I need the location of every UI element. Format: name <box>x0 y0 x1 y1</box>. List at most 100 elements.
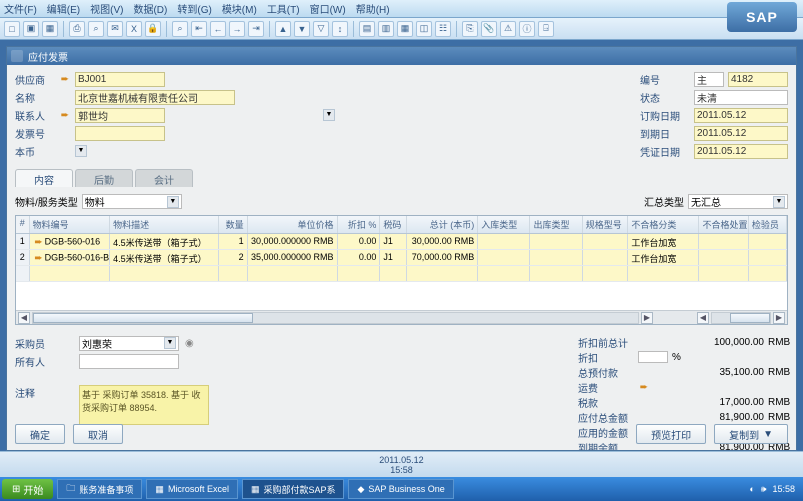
menu-module[interactable]: 模块(M) <box>222 1 257 16</box>
series-input[interactable]: 主 <box>694 72 724 87</box>
tab-accounting[interactable]: 会计 <box>135 169 193 187</box>
dropdown-icon[interactable]: ▼ <box>167 196 179 208</box>
cancel-button[interactable]: 取消 <box>73 424 123 444</box>
picker-icon[interactable]: ◉ <box>185 338 194 349</box>
menu-edit[interactable]: 编辑(E) <box>47 1 80 16</box>
tray-icon[interactable]: 🕪 <box>761 484 767 495</box>
items-grid[interactable]: # 物料编号物料描述数量单位价格折扣 %税码总计 (本币)入库类型出库类型规格型… <box>15 215 788 325</box>
system-tray[interactable]: ◐ 🕪 15:58 <box>743 484 801 495</box>
menu-data[interactable]: 数据(D) <box>133 1 167 16</box>
link-arrow-icon[interactable]: ➨ <box>33 236 45 248</box>
pay-value: 81,900.00 <box>638 412 766 423</box>
window-titlebar[interactable]: 应付发票 <box>7 47 796 65</box>
ref-label: 发票号 <box>15 126 55 141</box>
vendor-code-input[interactable]: BJ001 <box>75 72 165 87</box>
ok-button[interactable]: 确定 <box>15 424 65 444</box>
taskbar-item[interactable]: 🗀账务准备事项 <box>57 479 142 499</box>
dropdown-icon[interactable]: ▼ <box>164 337 176 349</box>
balance-label: 到期余额 <box>578 440 638 451</box>
duedate-input[interactable]: 2011.05.12 <box>694 126 788 141</box>
sap-icon: ◆ <box>357 484 364 495</box>
tab-content[interactable]: 内容 <box>15 169 73 187</box>
scroll-right-icon[interactable]: ▶ <box>641 312 653 324</box>
menu-window[interactable]: 窗口(W) <box>310 1 346 16</box>
tb-next-icon[interactable]: → <box>229 21 245 37</box>
note-textarea[interactable]: 基于 采购订单 35818. 基于 收货采购订单 88954. <box>79 385 209 425</box>
table-row[interactable] <box>16 266 787 282</box>
tb-print-icon[interactable]: ⎙ <box>69 21 85 37</box>
tb-link-icon[interactable]: ⎘ <box>462 21 478 37</box>
scroll-thumb[interactable] <box>33 313 253 323</box>
dp-label: 总预付款 <box>578 365 638 380</box>
scroll-left-icon[interactable]: ◀ <box>697 312 709 324</box>
orderdate-input[interactable]: 2011.05.12 <box>694 108 788 123</box>
tb-first-icon[interactable]: ⇤ <box>191 21 207 37</box>
taskbar-item[interactable]: ▦Microsoft Excel <box>146 479 238 499</box>
preview-button[interactable]: 预览打印 <box>636 424 706 444</box>
tb-last-icon[interactable]: ⇥ <box>248 21 264 37</box>
tb-preview-icon[interactable]: ⌕ <box>88 21 104 37</box>
item-type-dropdown[interactable]: 物料▼ <box>82 194 182 209</box>
dropdown-icon[interactable]: ▼ <box>323 109 335 121</box>
tb-list-icon[interactable]: ▥ <box>378 21 394 37</box>
h-scrollbar[interactable]: ◀ ▶ ◀ ▶ <box>16 310 787 324</box>
table-row[interactable]: 2 ➨DGB-560-016-B 4.5米传送带（箱子式）235,000.000… <box>16 250 787 266</box>
taskbar-item[interactable]: ◆SAP Business One <box>348 479 453 499</box>
menu-goto[interactable]: 转到(G) <box>177 1 211 16</box>
vendor-name-input[interactable]: 北京世嘉机械有限责任公司 <box>75 90 235 105</box>
tray-icon[interactable]: ◐ <box>749 484 754 494</box>
tb-warn-icon[interactable]: ⚠ <box>500 21 516 37</box>
table-row[interactable]: 1 ➨DGB-560-016 4.5米传送带（箱子式）130,000.00000… <box>16 234 787 250</box>
tb-filter-icon[interactable]: ▽ <box>313 21 329 37</box>
tb-find-icon[interactable]: ⌕ <box>172 21 188 37</box>
applied-label: 应用的金额 <box>578 425 638 440</box>
ref-input[interactable] <box>75 126 165 141</box>
menu-file[interactable]: 文件(F) <box>4 1 37 16</box>
tb-grid-icon[interactable]: ▦ <box>397 21 413 37</box>
tb-save-icon[interactable]: ▦ <box>42 21 58 37</box>
excel-icon: ▦ <box>251 484 260 495</box>
tab-logistics[interactable]: 后勤 <box>75 169 133 187</box>
tb-info-icon[interactable]: ⓘ <box>519 21 535 37</box>
link-arrow-icon[interactable]: ➨ <box>59 109 71 121</box>
menu-help[interactable]: 帮助(H) <box>356 1 390 16</box>
tb-chart-icon[interactable]: ◫ <box>416 21 432 37</box>
buyer-dropdown[interactable]: 刘惠荣▼ <box>79 336 179 351</box>
owner-input[interactable] <box>79 354 179 369</box>
grid-header: # 物料编号物料描述数量单位价格折扣 %税码总计 (本币)入库类型出库类型规格型… <box>16 216 787 234</box>
start-button[interactable]: ⊞开始 <box>2 479 53 499</box>
menu-view[interactable]: 视图(V) <box>90 1 123 16</box>
status-time: 15:58 <box>390 465 413 475</box>
note-label: 注释 <box>15 385 55 400</box>
curr-dropdown-icon[interactable]: ▼ <box>75 145 87 157</box>
taskbar-item[interactable]: ▦采购部付款SAP系 <box>242 479 345 499</box>
tb-attach-icon[interactable]: 📎 <box>481 21 497 37</box>
scroll-left-icon[interactable]: ◀ <box>18 312 30 324</box>
tb-excel-icon[interactable]: X <box>126 21 142 37</box>
disc-pct-input[interactable] <box>638 351 668 363</box>
link-arrow-icon[interactable]: ➨ <box>33 252 45 264</box>
tb-sort-icon[interactable]: ↕ <box>332 21 348 37</box>
sum-type-dropdown[interactable]: 无汇总▼ <box>688 194 788 209</box>
dropdown-icon[interactable]: ▼ <box>773 196 785 208</box>
copyto-button[interactable]: 复制到 ▼ <box>714 424 788 444</box>
docdate-input[interactable]: 2011.05.12 <box>694 144 788 159</box>
tb-form-icon[interactable]: ▤ <box>359 21 375 37</box>
tb-mail-icon[interactable]: ✉ <box>107 21 123 37</box>
tb-b-icon[interactable]: ▼ <box>294 21 310 37</box>
link-arrow-icon[interactable]: ➨ <box>59 73 71 85</box>
tb-prev-icon[interactable]: ← <box>210 21 226 37</box>
contact-input[interactable]: 郭世均 <box>75 108 165 123</box>
link-arrow-icon[interactable]: ➨ <box>638 381 650 393</box>
docdate-label: 凭证日期 <box>640 144 690 159</box>
tb-lock-icon[interactable]: 🔒 <box>145 21 161 37</box>
tb-tree-icon[interactable]: ☷ <box>435 21 451 37</box>
tb-open-icon[interactable]: ▣ <box>23 21 39 37</box>
scroll-thumb[interactable] <box>730 313 770 323</box>
tb-new-icon[interactable]: □ <box>4 21 20 37</box>
docno-input[interactable]: 4182 <box>728 72 788 87</box>
tb-a-icon[interactable]: ▲ <box>275 21 291 37</box>
scroll-right-icon[interactable]: ▶ <box>773 312 785 324</box>
tb-exit-icon[interactable]: ⍈ <box>538 21 554 37</box>
menu-tools[interactable]: 工具(T) <box>267 1 300 16</box>
